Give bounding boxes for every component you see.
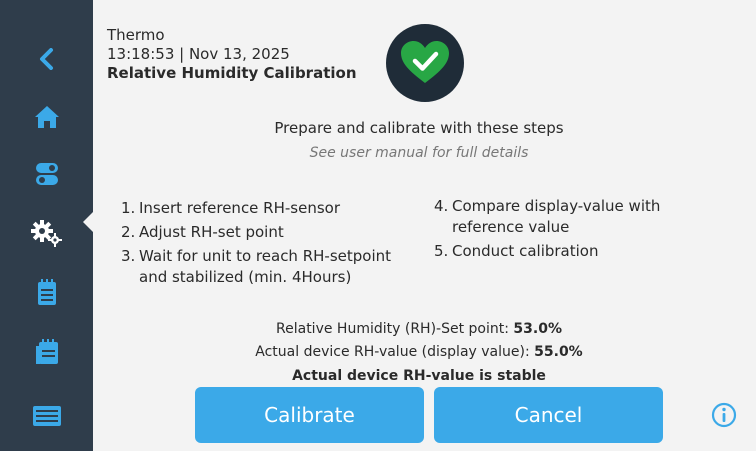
display-icon (32, 406, 61, 426)
notepad-icon (37, 279, 56, 305)
step-item: 4. Compare display-value with reference v… (434, 196, 734, 238)
info-button[interactable] (711, 402, 737, 428)
back-button[interactable] (0, 37, 93, 81)
step-item: 5. Conduct calibration (434, 241, 734, 262)
sidebar-item-log[interactable] (0, 330, 93, 374)
setpoint-label: Relative Humidity (RH)-Set point: (276, 321, 509, 337)
steps-right: 4. Compare display-value with reference v… (434, 196, 734, 262)
cancel-button[interactable]: Cancel (434, 387, 663, 443)
sidebar (0, 0, 94, 451)
step-text: Conduct calibration (452, 242, 599, 260)
page-title: Relative Humidity Calibration (107, 64, 357, 82)
back-chevron-icon (39, 48, 53, 70)
setpoint-value: 53.0% (513, 321, 562, 337)
heart-check-icon (401, 41, 449, 83)
actual-value: 55.0% (534, 344, 583, 360)
log-icon (35, 339, 58, 364)
sidebar-item-display[interactable] (0, 394, 93, 438)
step-number: 1. (121, 199, 136, 217)
sidebar-item-controls[interactable] (0, 152, 93, 196)
actual-readout: Actual device RH-value (display value): … (107, 344, 731, 360)
setpoint-readout: Relative Humidity (RH)-Set point: 53.0% (107, 321, 731, 337)
status-indicator (386, 24, 464, 102)
datetime: 13:18:53 | Nov 13, 2025 (107, 45, 290, 63)
stability-status: Actual device RH-value is stable (292, 368, 546, 384)
header: Thermo 13:18:53 | Nov 13, 2025 Relative … (107, 26, 357, 83)
device-name: Thermo (107, 26, 165, 44)
toggle-switches-icon (35, 163, 58, 185)
active-indicator (83, 211, 94, 233)
step-text: Insert reference RH-sensor (139, 199, 341, 217)
home-icon (34, 106, 59, 128)
sidebar-item-home[interactable] (0, 95, 93, 139)
manual-note: See user manual for full details (309, 145, 529, 161)
gears-icon (30, 220, 62, 247)
step-text: Wait for unit to reach RH-setpoint and s… (139, 247, 392, 286)
step-item: 1. Insert reference RH-sensor (121, 198, 421, 219)
sidebar-item-notes[interactable] (0, 270, 93, 314)
step-number: 3. (121, 247, 136, 265)
sidebar-item-settings[interactable] (0, 211, 94, 255)
step-item: 2. Adjust RH-set point (121, 222, 421, 243)
step-number: 2. (121, 223, 136, 241)
step-text: Compare display-value with reference val… (452, 197, 661, 236)
step-number: 4. (434, 197, 449, 215)
info-icon (711, 402, 737, 428)
step-text: Adjust RH-set point (139, 223, 284, 241)
calibrate-button[interactable]: Calibrate (195, 387, 424, 443)
steps-left: 1. Insert reference RH-sensor 2. Adjust RH… (121, 198, 421, 288)
step-item: 3. Wait for unit to reach RH-setpoint and… (121, 246, 421, 288)
step-number: 5. (434, 242, 449, 260)
instructions-heading: Prepare and calibrate with these steps (274, 119, 564, 137)
actual-label: Actual device RH-value (display value): (255, 344, 530, 360)
